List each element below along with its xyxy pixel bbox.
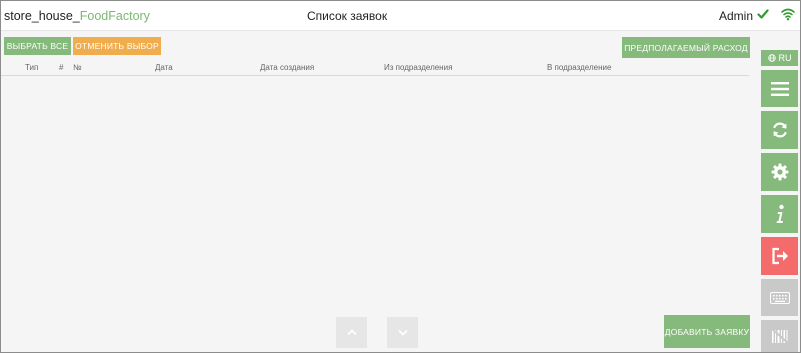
info-button[interactable] — [761, 195, 798, 233]
barcode-button[interactable] — [761, 320, 798, 352]
select-all-button[interactable]: ВЫБРАТЬ ВСЕ — [4, 37, 71, 55]
scroll-up-button[interactable] — [336, 317, 367, 348]
column-date[interactable]: Дата — [155, 63, 173, 72]
language-label: RU — [778, 53, 792, 63]
menu-icon — [770, 81, 789, 96]
sync-button[interactable] — [761, 111, 798, 149]
logout-button[interactable] — [761, 237, 798, 275]
barcode-icon — [770, 328, 789, 344]
globe-icon — [767, 54, 776, 62]
check-icon — [757, 9, 769, 19]
column-type[interactable]: Тип — [25, 63, 38, 72]
column-hash[interactable]: # — [59, 63, 63, 72]
chevron-up-icon — [346, 329, 357, 336]
wifi-icon — [781, 8, 795, 21]
brand-prefix: store_house_ — [4, 9, 80, 23]
chevron-down-icon — [397, 329, 408, 336]
info-icon — [776, 204, 784, 223]
deselect-button[interactable]: ОТМЕНИТЬ ВЫБОР — [73, 37, 161, 55]
sync-icon — [772, 122, 787, 138]
logout-icon — [771, 247, 788, 265]
header-bar: store_house_FoodFactory Список заявок Ad… — [1, 1, 800, 31]
settings-button[interactable] — [761, 153, 798, 191]
app-brand: store_house_FoodFactory — [4, 9, 150, 23]
column-number[interactable]: № — [73, 63, 82, 72]
user-name[interactable]: Admin — [719, 9, 753, 23]
keyboard-button[interactable] — [761, 279, 798, 316]
brand-accent: FoodFactory — [79, 9, 150, 23]
column-to-department[interactable]: В подразделение — [547, 63, 611, 72]
settings-icon — [771, 163, 788, 181]
menu-button[interactable] — [761, 70, 798, 107]
scroll-down-button[interactable] — [387, 317, 418, 348]
add-request-button[interactable]: ДОБАВИТЬ ЗАЯВКУ — [664, 315, 750, 348]
column-from-department[interactable]: Из подразделения — [384, 63, 452, 72]
expected-expense-button[interactable]: ПРЕДПОЛАГАЕМЫЙ РАСХОД — [622, 37, 750, 58]
keyboard-icon — [769, 291, 790, 304]
language-button[interactable]: RU — [761, 50, 798, 66]
requests-table-header: Тип # № Дата Дата создания Из подразделе… — [1, 60, 749, 76]
column-created-date[interactable]: Дата создания — [260, 63, 314, 72]
page-title: Список заявок — [307, 9, 388, 23]
